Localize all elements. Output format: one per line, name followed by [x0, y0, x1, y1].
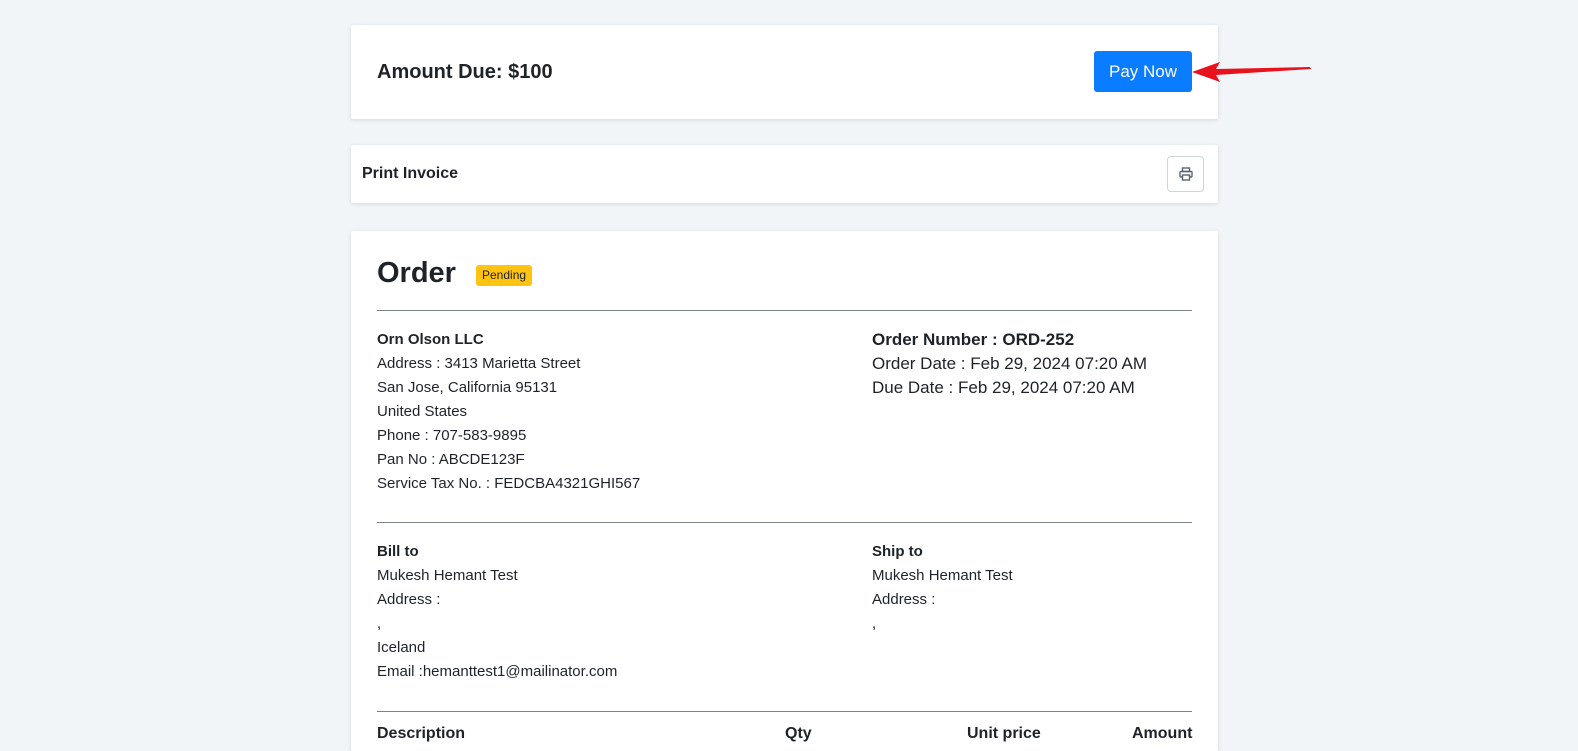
- order-date: Order Date : Feb 29, 2024 07:20 AM: [872, 354, 1147, 373]
- company-name: Orn Olson LLC: [377, 331, 484, 348]
- order-number: Order Number : ORD-252: [872, 330, 1075, 349]
- order-card: Order Pending Orn Olson LLC Address : 34…: [351, 231, 1218, 751]
- amount-due-title: Amount Due: $100: [377, 61, 553, 83]
- bill-to-email: Email :hemanttest1@mailinator.com: [377, 663, 618, 680]
- company-city: San Jose, California 95131: [377, 379, 558, 396]
- table-header-unit-price: Unit price: [967, 725, 1041, 742]
- divider: [377, 522, 1192, 523]
- order-meta: Order Number : ORD-252 Order Date : Feb …: [872, 328, 1147, 400]
- company-country: United States: [377, 403, 468, 420]
- ship-to-line: ,: [872, 615, 877, 632]
- company-phone: Phone : 707-583-9895: [377, 427, 527, 444]
- table-header-amount: Amount: [1132, 725, 1193, 742]
- divider: [377, 711, 1192, 712]
- bill-to-line: ,: [377, 615, 382, 632]
- bill-to-address: Address :: [377, 591, 441, 608]
- due-date: Due Date : Feb 29, 2024 07:20 AM: [872, 378, 1135, 397]
- ship-to-heading: Ship to: [872, 543, 923, 560]
- company-address: Address : 3413 Marietta Street: [377, 355, 581, 372]
- bill-to-country: Iceland: [377, 639, 426, 656]
- ship-to-address: Address :: [872, 591, 936, 608]
- print-invoice-label: Print Invoice: [362, 165, 459, 182]
- bill-to-section: Bill to Mukesh Hemant Test Address : , I…: [377, 540, 617, 684]
- order-title: Order: [377, 257, 456, 289]
- bill-to-heading: Bill to: [377, 543, 419, 560]
- status-badge: Pending: [476, 265, 533, 286]
- table-header-description: Description: [377, 725, 466, 742]
- company-info: Orn Olson LLC Address : 3413 Marietta St…: [377, 328, 640, 496]
- print-button[interactable]: [1167, 156, 1204, 192]
- divider: [377, 310, 1192, 311]
- bill-to-name: Mukesh Hemant Test: [377, 567, 518, 584]
- company-pan: Pan No : ABCDE123F: [377, 451, 525, 468]
- table-header-qty: Qty: [785, 725, 812, 742]
- print-invoice-card: Print Invoice: [351, 145, 1218, 203]
- amount-due-card: Amount Due: $100 Pay Now: [351, 25, 1218, 119]
- pay-now-button[interactable]: Pay Now: [1094, 51, 1192, 92]
- ship-to-name: Mukesh Hemant Test: [872, 567, 1013, 584]
- ship-to-section: Ship to Mukesh Hemant Test Address : ,: [872, 540, 1013, 636]
- printer-icon: [1178, 167, 1193, 181]
- company-service-tax: Service Tax No. : FEDCBA4321GHI567: [377, 475, 641, 492]
- annotation-arrow-icon: [1192, 62, 1311, 82]
